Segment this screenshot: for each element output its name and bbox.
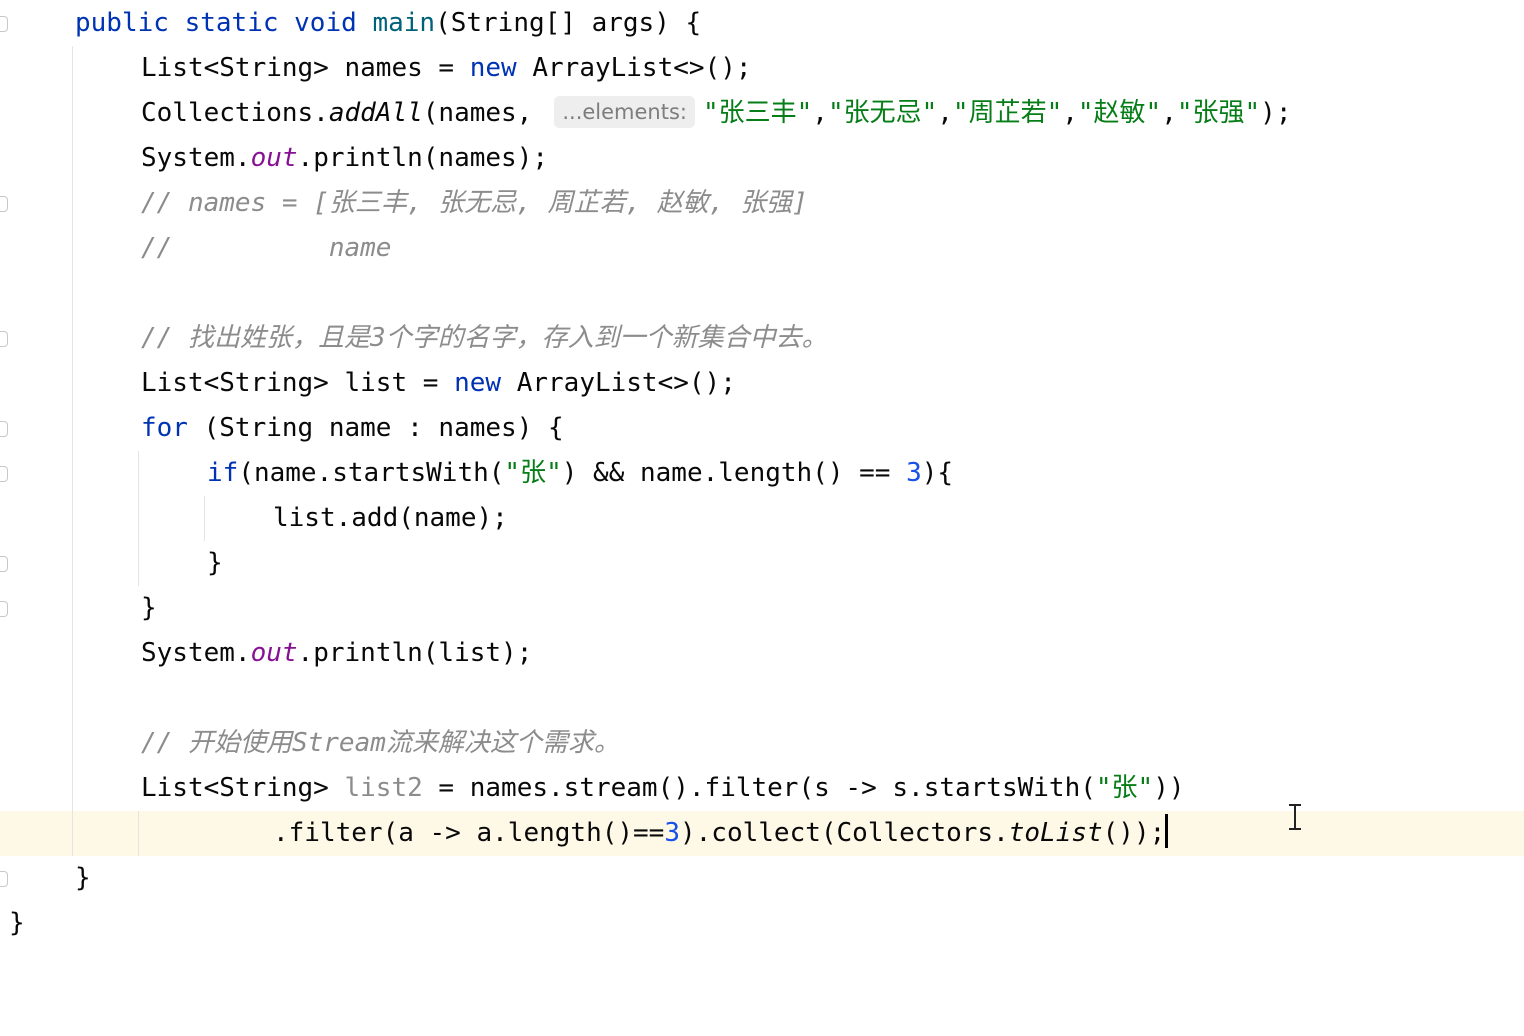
unused-variable: list2 — [344, 773, 423, 803]
code-line[interactable]: System.out.println(names); — [0, 136, 1524, 181]
code-text: ArrayList<>(); — [516, 53, 752, 83]
code-text: (names, — [422, 98, 533, 128]
code-text: )) — [1153, 773, 1185, 803]
code-line[interactable]: List<String> names = new ArrayList<>(); — [0, 46, 1524, 91]
string-literal: "张三丰" — [702, 98, 813, 128]
code-text: System. — [141, 143, 251, 173]
code-text: (String name : names) { — [187, 413, 564, 443]
method-name: main — [372, 8, 436, 38]
code-text: List<String> — [141, 773, 345, 803]
number-literal: 3 — [664, 818, 680, 848]
closing-brace: } — [75, 863, 91, 893]
code-text: , — [1062, 98, 1078, 128]
code-text: , — [1161, 98, 1177, 128]
code-text: , — [937, 98, 953, 128]
keyword: public — [75, 8, 169, 38]
static-method: addAll — [328, 98, 423, 128]
code-line[interactable]: } — [0, 856, 1524, 901]
code-text: ); — [1260, 98, 1292, 128]
code-text: (String[] args) { — [435, 8, 702, 38]
code-text: = names.stream().filter(s -> s.startsWit… — [422, 773, 1096, 803]
code-text: .filter(a -> a.length()== — [273, 818, 665, 848]
code-line[interactable]: if(name.startsWith("张") && name.length()… — [0, 451, 1524, 496]
code-text: ArrayList<>(); — [501, 368, 736, 398]
code-line[interactable]: for (String name : names) { — [0, 406, 1524, 451]
code-text: List<String> names = — [141, 53, 470, 83]
closing-brace: } — [207, 548, 223, 578]
code-line[interactable]: public static void main(String[] args) { — [0, 1, 1524, 46]
comment: // name — [141, 233, 392, 263]
string-literal: "赵敏" — [1077, 98, 1162, 128]
comment: // 找出姓张，且是3个字的名字，存入到一个新集合中去。 — [141, 323, 828, 353]
code-text: System. — [141, 638, 251, 668]
string-literal: "张无忌" — [827, 98, 938, 128]
code-line[interactable]: Collections.addAll(names, ...elements: "张三… — [0, 91, 1524, 136]
keyword: for — [141, 413, 188, 443]
code-text: ) && name.length() == — [561, 458, 907, 488]
keyword: static — [184, 8, 279, 38]
code-line[interactable]: List<String> list = new ArrayList<>(); — [0, 361, 1524, 406]
static-field: out — [250, 143, 298, 173]
code-line[interactable]: // 开始使用Stream流来解决这个需求。 — [0, 721, 1524, 766]
parameter-hint: ...elements: — [554, 96, 695, 128]
string-literal: "张" — [1095, 773, 1154, 803]
keyword: void — [294, 8, 357, 38]
code-line[interactable]: // name — [0, 226, 1524, 271]
number-literal: 3 — [906, 458, 922, 488]
code-line[interactable]: System.out.println(list); — [0, 631, 1524, 676]
code-text: list.add(name); — [273, 503, 508, 533]
code-line[interactable]: list.add(name); — [0, 496, 1524, 541]
code-text: .println(list); — [297, 638, 533, 668]
code-text: (name.startsWith( — [238, 458, 505, 488]
code-line[interactable]: // names = [张三丰, 张无忌, 周芷若, 赵敏, 张强] — [0, 181, 1524, 226]
code-text: List<String> list = — [141, 368, 455, 398]
string-literal: "周芷若" — [952, 98, 1063, 128]
code-text: ){ — [921, 458, 954, 488]
static-method: toList — [1008, 818, 1103, 848]
comment: // 开始使用Stream流来解决这个需求。 — [141, 728, 620, 758]
keyword: new — [469, 53, 517, 83]
keyword: new — [454, 368, 502, 398]
code-line[interactable]: } — [0, 901, 1524, 946]
code-text: , — [812, 98, 828, 128]
closing-brace: } — [141, 593, 157, 623]
code-text: .println(names); — [297, 143, 548, 173]
i-beam-cursor-icon — [1287, 804, 1303, 830]
string-literal: "张" — [504, 458, 562, 488]
string-literal: "张强" — [1176, 98, 1261, 128]
closing-brace: } — [9, 908, 25, 938]
keyword: if — [207, 458, 239, 488]
static-field: out — [250, 638, 298, 668]
code-editor[interactable]: public static void main(String[] args) {… — [0, 0, 1524, 952]
text-caret — [1165, 814, 1169, 848]
code-text: ()); — [1102, 818, 1166, 848]
code-line[interactable]: } — [0, 586, 1524, 631]
code-line[interactable]: // 找出姓张，且是3个字的名字，存入到一个新集合中去。 — [0, 316, 1524, 361]
code-text: ).collect(Collectors. — [680, 818, 1009, 848]
comment: // names = [张三丰, 张无忌, 周芷若, 赵敏, 张强] — [141, 188, 808, 218]
code-text: Collections. — [141, 98, 329, 128]
code-line[interactable]: } — [0, 541, 1524, 586]
